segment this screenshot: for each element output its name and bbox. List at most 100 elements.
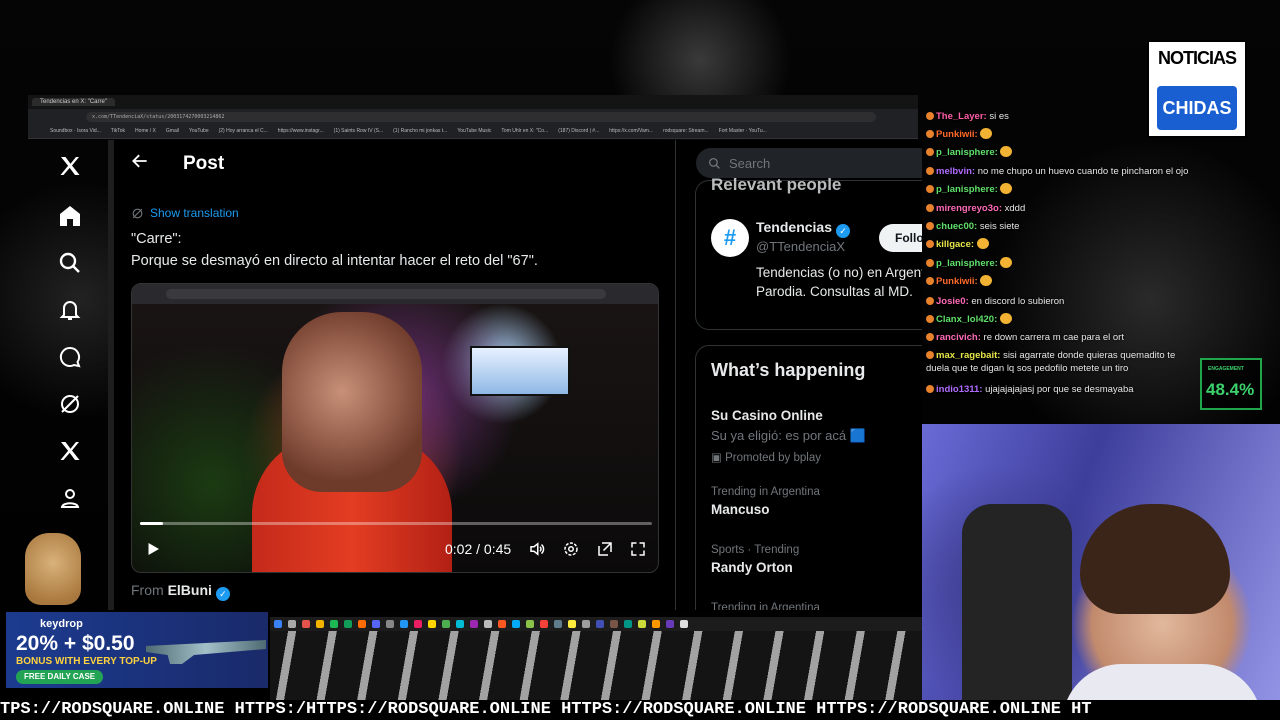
bookmark-item[interactable]: YouTube [189, 128, 209, 134]
trend-item[interactable]: Trending in Argentina [711, 602, 922, 610]
taskbar-app-icon[interactable] [666, 620, 674, 628]
search-input[interactable]: Search [696, 148, 922, 178]
settings-gear-icon[interactable] [561, 540, 581, 560]
taskbar-app-icon[interactable] [624, 620, 632, 628]
source-name[interactable]: ElBuni [168, 582, 212, 598]
taskbar-app-icon[interactable] [596, 620, 604, 628]
taskbar-app-icon[interactable] [358, 620, 366, 628]
taskbar-app-icon[interactable] [400, 620, 408, 628]
trend-item[interactable]: Trending in Argentina Mancuso [711, 486, 922, 517]
avatar[interactable]: # [711, 219, 749, 257]
chat-username: p_lanisphere: [936, 184, 1001, 195]
browser-tab[interactable]: Tendencias en X: "Carre" [32, 98, 115, 106]
taskbar-app-icon[interactable] [526, 620, 534, 628]
chat-message: indio1311: ujajajajajasj por que se desm… [926, 383, 1196, 396]
trend-item[interactable]: Su Casino Online Su ya eligió: es por ac… [711, 404, 922, 464]
chat-badge-icon [926, 204, 934, 212]
taskbar-app-icon[interactable] [428, 620, 436, 628]
chat-badge-icon [926, 385, 934, 393]
taskbar-app-icon[interactable] [330, 620, 338, 628]
premium-x-icon[interactable] [56, 437, 84, 465]
person-name[interactable]: Tendencias ✓ [756, 219, 850, 238]
chat-username: killgace: [936, 239, 977, 250]
whats-happening-card: What’s happening Su Casino Online Su ya … [695, 345, 922, 610]
taskbar-app-icon[interactable] [456, 620, 464, 628]
bookmark-item[interactable]: TikTok [111, 128, 125, 134]
follow-button[interactable]: Follow [879, 224, 922, 252]
taskbar-app-icon[interactable] [372, 620, 380, 628]
post-text: "Carre": Porque se desmayó en directo al… [131, 228, 651, 272]
taskbar-app-icon[interactable] [316, 620, 324, 628]
show-translation-link[interactable]: Show translation [131, 206, 239, 220]
bookmark-item[interactable]: Fort Master · YouTu... [719, 128, 767, 134]
bookmark-item[interactable]: (1) Saints Row IV (S... [334, 128, 383, 134]
taskbar-app-icon[interactable] [484, 620, 492, 628]
chat-text: en discord lo subieron [971, 296, 1065, 307]
taskbar-app-icon[interactable] [302, 620, 310, 628]
bookmark-item[interactable]: (1) Rancho mi jonkas t... [393, 128, 447, 134]
taskbar-app-icon[interactable] [540, 620, 548, 628]
chat-badge-icon [926, 333, 934, 341]
taskbar-app-icon[interactable] [274, 620, 282, 628]
chat-text: si es [989, 111, 1009, 122]
taskbar-app-icon[interactable] [512, 620, 520, 628]
relevant-people-card: Relevant people # Tendencias ✓ @TTendenci… [695, 175, 922, 330]
address-bar[interactable]: x.com/TTendenciaX/status/200317427000321… [86, 112, 876, 122]
relevant-people-title: Relevant people [711, 175, 842, 194]
play-icon[interactable] [144, 540, 162, 563]
bookmark-item[interactable]: https://www.instagr... [278, 128, 324, 134]
whats-happening-title: What’s happening [711, 360, 866, 380]
taskbar-app-icon[interactable] [442, 620, 450, 628]
bookmark-item[interactable]: rodsquare: Stream... [663, 128, 709, 134]
taskbar-app-icon[interactable] [414, 620, 422, 628]
volume-icon[interactable] [527, 540, 547, 560]
trend-meta: Sports · Trending [711, 544, 800, 556]
person-handle: @TTendenciaX [756, 239, 846, 254]
bookmark-item[interactable]: (187) Discord | #... [558, 128, 599, 134]
taskbar-app-icon[interactable] [582, 620, 590, 628]
taskbar-app-icon[interactable] [652, 620, 660, 628]
chat-username: Josie0: [936, 296, 972, 307]
taskbar-app-icon[interactable] [498, 620, 506, 628]
taskbar-app-icon[interactable] [554, 620, 562, 628]
bookmark-item[interactable]: (2) Hoy arranca el C... [219, 128, 268, 134]
video-source: From ElBuni ✓ [131, 582, 230, 601]
taskbar-app-icon[interactable] [638, 620, 646, 628]
video-controls: 0:02 / 0:45 [132, 536, 658, 566]
taskbar-app-icon[interactable] [288, 620, 296, 628]
bookmark-item[interactable]: https://x.com/Vam... [609, 128, 653, 134]
x-logo-icon[interactable] [56, 152, 84, 180]
trend-desc: Su ya eligió: es por acá 🟦 [711, 428, 866, 443]
chat-badge-icon [926, 130, 934, 138]
bookmarks-bar: Soundbox · Isora Vid... TikTok Home / X Gma… [28, 125, 918, 137]
chat-username: indio1311: [936, 384, 986, 395]
taskbar-app-icon[interactable] [344, 620, 352, 628]
taskbar-app-icon[interactable] [610, 620, 618, 628]
rifle-graphic [146, 640, 266, 664]
trend-item[interactable]: Sports · Trending Randy Orton [711, 544, 922, 575]
taskbar-app-icon[interactable] [386, 620, 394, 628]
video-player[interactable]: 0:02 / 0:45 [131, 283, 659, 573]
bookmark-item[interactable]: Tom Uhlr en X: "Co... [501, 128, 548, 134]
profile-icon[interactable] [56, 484, 84, 512]
search-icon[interactable] [56, 249, 84, 277]
messages-icon[interactable] [56, 343, 84, 371]
taskbar-app-icon[interactable] [470, 620, 478, 628]
bookmark-item[interactable]: Home / X [135, 128, 156, 134]
post-text-line: Porque se desmayó en directo al intentar… [131, 253, 538, 269]
home-icon[interactable] [56, 202, 84, 230]
person-name-label: Tendencias [756, 219, 832, 235]
trend-meta: Trending in Argentina [711, 602, 820, 610]
bookmark-item[interactable]: Soundbox · Isora Vid... [50, 128, 101, 134]
back-arrow-icon[interactable] [130, 151, 150, 177]
bookmark-item[interactable]: YouTube Music [457, 128, 491, 134]
bookmark-item[interactable]: Gmail [166, 128, 179, 134]
post-column: Post Show translation "Carre": Porque se… [114, 140, 676, 610]
taskbar-app-icon[interactable] [568, 620, 576, 628]
pop-out-icon[interactable] [595, 540, 615, 560]
grok-icon[interactable] [56, 390, 84, 418]
video-progress-bar[interactable] [140, 522, 652, 525]
fullscreen-icon[interactable] [628, 540, 648, 560]
notifications-icon[interactable] [56, 296, 84, 324]
taskbar-app-icon[interactable] [680, 620, 688, 628]
